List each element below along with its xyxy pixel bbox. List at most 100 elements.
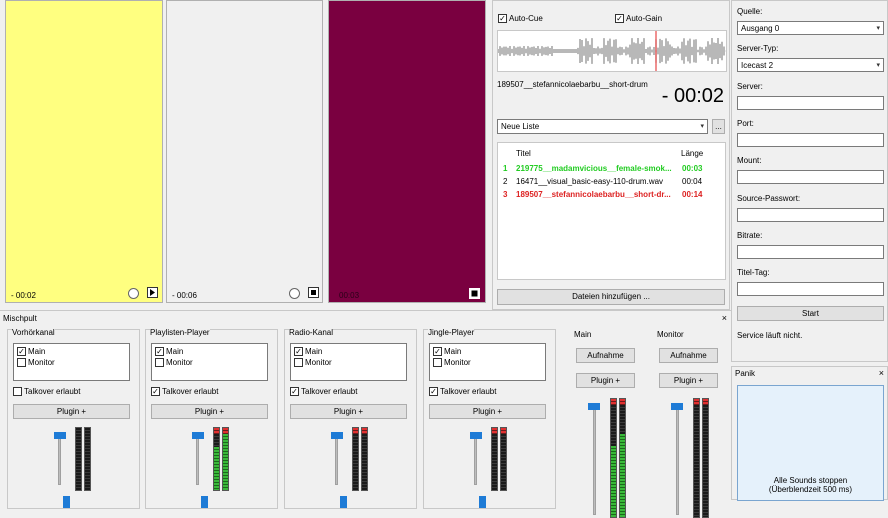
server-label: Server: [737,82,763,91]
plugin-button[interactable]: Plugin + [290,404,407,419]
main-checkbox[interactable]: ✓ [294,347,303,356]
auto-cue-checkbox[interactable]: ✓ [498,14,507,23]
pan-handle[interactable] [201,496,208,508]
level-meter [75,427,82,491]
row-num: 2 [503,177,508,186]
stop-all-sounds-button[interactable]: Alle Sounds stoppen (Überblendzeit 500 m… [737,385,884,501]
record-button[interactable]: Aufnahme [659,348,718,363]
volume-slider-handle[interactable] [54,432,66,439]
pan-handle[interactable] [340,496,347,508]
title-tag-input[interactable] [737,282,884,296]
main-label: Main [28,347,46,356]
col-length[interactable]: Länge [681,149,703,158]
remaining-time: - 00:02 [661,85,724,107]
routing-box: ✓ Main Monitor [151,343,268,381]
password-input[interactable] [737,208,884,222]
record-button[interactable]: Aufnahme [576,348,635,363]
auto-cue-label: Auto-Cue [509,14,543,23]
talkover-checkbox[interactable] [13,387,22,396]
pan-handle[interactable] [63,496,70,508]
monitor-checkbox[interactable] [155,358,164,367]
loop-icon[interactable] [128,288,139,299]
level-meter [619,398,626,518]
monitor-label: Monitor [166,358,193,367]
volume-slider-track[interactable] [58,433,61,485]
player-1[interactable]: - 00:02 [5,0,163,303]
plugin-button[interactable]: Plugin + [659,373,718,388]
chevron-down-icon: ▾ [700,123,704,130]
talkover-checkbox[interactable]: ✓ [290,387,299,396]
row-num: 1 [503,164,508,173]
monitor-checkbox[interactable] [17,358,26,367]
stop-icon[interactable] [308,287,319,298]
talkover-label: Talkover erlaubt [301,387,358,396]
bitrate-input[interactable] [737,245,884,259]
plugin-button[interactable]: Plugin + [151,404,268,419]
level-meter [500,427,507,491]
plugin-button[interactable]: Plugin + [13,404,130,419]
player-1-time: - 00:02 [11,291,36,300]
mixer-title: Mischpult [3,314,37,323]
playlist-more-button[interactable]: ... [712,119,725,134]
server-input[interactable] [737,96,884,110]
server-type-select[interactable]: Icecast 2 ▾ [737,58,884,72]
table-row[interactable]: 3 189507__stefannicolaebarbu__short-dr..… [502,189,722,201]
source-select[interactable]: Ausgang 0 ▾ [737,21,884,35]
volume-slider-track[interactable] [474,433,477,485]
level-meter [693,398,700,518]
auto-gain-checkbox[interactable]: ✓ [615,14,624,23]
clip-indicator [694,399,699,405]
playlist-select[interactable]: Neue Liste ▾ [497,119,708,134]
level-meter-fill [620,434,625,517]
level-meter [84,427,91,491]
stop-icon[interactable] [469,288,480,299]
volume-slider-handle[interactable] [470,432,482,439]
mount-input[interactable] [737,170,884,184]
play-icon[interactable] [147,287,158,298]
main-checkbox[interactable]: ✓ [155,347,164,356]
player-3[interactable]: 00:03 [328,0,486,303]
clip-indicator [611,399,616,405]
volume-slider-track[interactable] [676,405,679,515]
row-length: 00:03 [682,164,703,173]
row-title: 189507__stefannicolaebarbu__short-dr... [516,190,671,199]
talkover-checkbox[interactable]: ✓ [429,387,438,396]
volume-slider-track[interactable] [196,433,199,485]
track-name: 189507__stefannicolaebarbu__short-drum [497,80,648,89]
talkover-checkbox[interactable]: ✓ [151,387,160,396]
waveform[interactable] [497,30,727,72]
volume-slider-track[interactable] [593,405,596,515]
port-input[interactable] [737,133,884,147]
plugin-button[interactable]: Plugin + [576,373,635,388]
talkover-label: Talkover erlaubt [24,387,81,396]
row-num: 3 [503,190,508,199]
col-title[interactable]: Titel [516,149,531,158]
add-files-button[interactable]: Dateien hinzufügen ... [497,289,725,305]
main-checkbox[interactable]: ✓ [433,347,442,356]
player-area: - 00:02 - 00:06 00:03 [0,0,492,310]
monitor-checkbox[interactable] [294,358,303,367]
loop-icon[interactable] [289,288,300,299]
level-meter [491,427,498,491]
player-2[interactable]: - 00:06 [166,0,323,303]
routing-box: ✓ Main Monitor [13,343,130,381]
close-icon[interactable]: × [722,314,727,323]
table-row[interactable]: 2 16471__visual_basic-easy-110-drum.wav … [502,176,722,188]
close-icon[interactable]: × [879,369,884,378]
row-length: 00:04 [682,177,703,186]
clip-indicator [214,428,219,434]
start-button[interactable]: Start [737,306,884,321]
monitor-checkbox[interactable] [433,358,442,367]
volume-slider-handle[interactable] [192,432,204,439]
player-2-time: - 00:06 [172,291,197,300]
volume-slider-track[interactable] [335,433,338,485]
bitrate-label: Bitrate: [737,231,763,240]
plugin-button[interactable]: Plugin + [429,404,546,419]
table-row[interactable]: 1 219775__madamvicious__female-smok... 0… [502,163,722,175]
volume-slider-handle[interactable] [671,403,683,410]
volume-slider-handle[interactable] [331,432,343,439]
main-checkbox[interactable]: ✓ [17,347,26,356]
pan-handle[interactable] [479,496,486,508]
volume-slider-handle[interactable] [588,403,600,410]
playlist-table[interactable]: Titel Länge 1 219775__madamvicious__fema… [497,142,726,280]
